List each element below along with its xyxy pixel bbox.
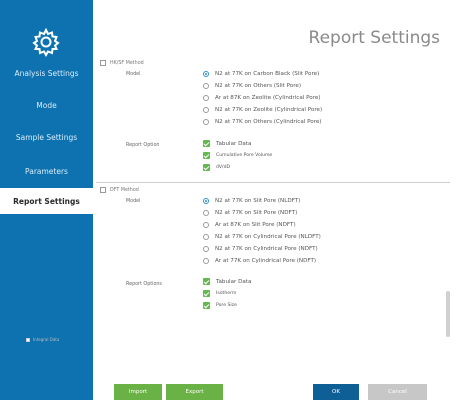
dft-model-option-4[interactable]: N2 at 77K on Cylindrical Pore (NDFT) — [203, 246, 318, 252]
option-label: Tabular Data — [216, 278, 252, 285]
sidebar-item-sample-settings[interactable]: Sample Settings — [0, 124, 93, 150]
dft-model-label: Model — [126, 199, 141, 204]
dft-option-tabular-data[interactable]: Tabular Data — [203, 278, 251, 285]
hk-report-option-label: Report Option — [126, 143, 160, 148]
gear-icon — [32, 27, 60, 57]
hk-method-checkbox[interactable]: HK/SF Method — [100, 60, 144, 66]
checkbox-box[interactable] — [26, 337, 30, 342]
checkbox-box[interactable] — [100, 187, 106, 193]
hk-model-option-4[interactable]: N2 at 77K on Others (Cylindrical Pore) — [203, 119, 322, 125]
sidebar-item-parameters[interactable]: Parameters — [0, 158, 93, 184]
dft-report-options-label: Report Options — [126, 282, 162, 287]
export-button[interactable]: Export — [166, 384, 223, 400]
sidebar-item-analysis-settings[interactable]: Analysis Settings — [0, 60, 93, 86]
dft-method-checkbox[interactable]: DFT Method — [100, 187, 139, 193]
option-label: Ar at 77K on Cylindrical Pore (NDFT) — [215, 258, 317, 264]
radio[interactable] — [203, 210, 209, 216]
page-title: Report Settings — [308, 28, 440, 48]
hk-model-option-3[interactable]: N2 at 77K on Zeolite (Cylindrical Pore) — [203, 107, 322, 113]
option-label: N2 at 77K on Slit Pore (NLDFT) — [215, 198, 301, 204]
option-label: N2 at 77K on Others (Slit Pore) — [215, 83, 302, 89]
integral-data-label: Integral Data — [33, 337, 60, 342]
checkbox-checked[interactable] — [203, 140, 210, 147]
option-label: Isotherm — [216, 291, 237, 296]
checkbox-checked[interactable] — [203, 302, 210, 309]
option-label: N2 at 77K on Cylindrical Pore (NLDFT) — [215, 234, 321, 240]
checkbox-checked[interactable] — [203, 164, 210, 171]
checkbox-checked[interactable] — [203, 152, 210, 159]
hk-model-option-2[interactable]: Ar at 87K on Zeolite (Cylindrical Pore) — [203, 95, 321, 101]
radio[interactable] — [203, 258, 209, 264]
checkbox-checked[interactable] — [203, 290, 210, 297]
option-label: Pore Size — [216, 303, 237, 308]
option-label: Ar at 87K on Zeolite (Cylindrical Pore) — [215, 95, 321, 101]
option-label: N2 at 77K on Others (Cylindrical Pore) — [215, 119, 322, 125]
hk-option-dvdd[interactable]: dV/dD — [203, 164, 230, 171]
dft-method-label: DFT Method — [110, 187, 139, 193]
hk-option-cumulative-pore-volume[interactable]: Cumulative Pore Volume — [203, 152, 272, 159]
hk-model-label: Model — [126, 72, 141, 77]
radio[interactable] — [203, 119, 209, 125]
option-label: N2 at 77K on Zeolite (Cylindrical Pore) — [215, 107, 323, 113]
hk-method-label: HK/SF Method — [110, 60, 144, 66]
dft-model-option-0[interactable]: N2 at 77K on Slit Pore (NLDFT) — [203, 198, 300, 204]
import-button[interactable]: Import — [114, 384, 162, 400]
hk-model-option-0[interactable]: N2 at 77K on Carbon Black (Slit Pore) — [203, 71, 319, 77]
section-divider — [96, 182, 450, 183]
option-label: dV/dD — [216, 165, 231, 170]
radio[interactable] — [203, 83, 209, 89]
option-label: Cumulative Pore Volume — [216, 153, 273, 158]
option-label: N2 at 77K on Slit Pore (NDFT) — [215, 210, 298, 216]
hk-option-tabular-data[interactable]: Tabular Data — [203, 140, 251, 147]
radio-selected[interactable] — [203, 198, 209, 204]
sidebar-item-report-settings[interactable]: Report Settings — [0, 188, 93, 214]
integral-data-checkbox[interactable]: Integral Data — [26, 337, 59, 342]
report-settings-panel: HK/SF Method Model N2 at 77K on Carbon B… — [96, 56, 450, 356]
radio[interactable] — [203, 107, 209, 113]
radio[interactable] — [203, 234, 209, 240]
vertical-scrollbar[interactable] — [446, 291, 450, 337]
radio-selected[interactable] — [203, 71, 209, 77]
hk-model-option-1[interactable]: N2 at 77K on Others (Slit Pore) — [203, 83, 301, 89]
dft-model-option-3[interactable]: N2 at 77K on Cylindrical Pore (NLDFT) — [203, 234, 321, 240]
dft-option-isotherm[interactable]: Isotherm — [203, 290, 236, 297]
dft-model-option-2[interactable]: Ar at 87K on Slit Pore (NDFT) — [203, 222, 296, 228]
radio[interactable] — [203, 222, 209, 228]
sidebar-item-mode[interactable]: Mode — [0, 92, 93, 118]
dft-model-option-5[interactable]: Ar at 77K on Cylindrical Pore (NDFT) — [203, 258, 316, 264]
dft-option-pore-size[interactable]: Pore Size — [203, 302, 237, 309]
option-label: N2 at 77K on Carbon Black (Slit Pore) — [215, 71, 320, 77]
ok-button[interactable]: OK — [313, 384, 359, 400]
dft-model-option-1[interactable]: N2 at 77K on Slit Pore (NDFT) — [203, 210, 297, 216]
radio[interactable] — [203, 246, 209, 252]
radio[interactable] — [203, 95, 209, 101]
option-label: Tabular Data — [216, 140, 252, 147]
checkbox-checked[interactable] — [203, 278, 210, 285]
option-label: Ar at 87K on Slit Pore (NDFT) — [215, 222, 296, 228]
cancel-button[interactable]: Cancel — [368, 384, 427, 400]
checkbox-box[interactable] — [100, 60, 106, 66]
option-label: N2 at 77K on Cylindrical Pore (NDFT) — [215, 246, 318, 252]
